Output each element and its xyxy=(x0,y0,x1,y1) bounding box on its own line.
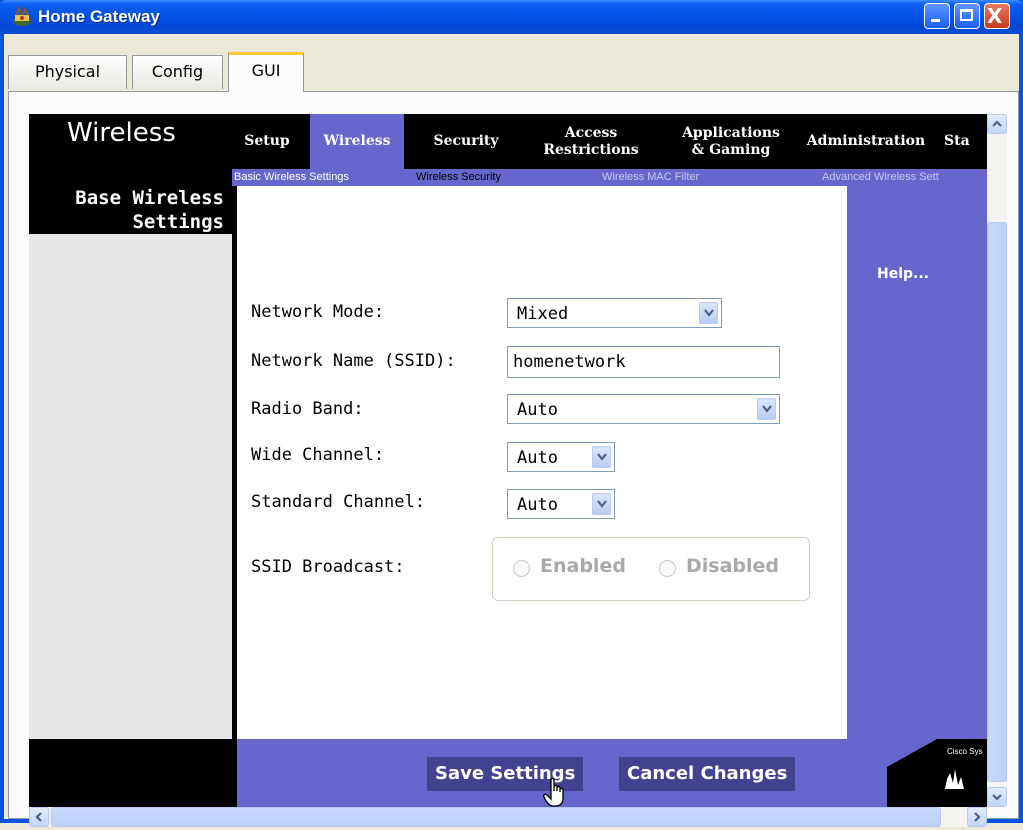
wide-channel-select[interactable]: Auto xyxy=(507,442,615,472)
router-header: Wireless Setup Wireless Security Access … xyxy=(29,114,987,186)
footer-right: Cisco Sys xyxy=(847,739,987,807)
nav-status[interactable]: Sta xyxy=(944,114,987,169)
radio-band-value: Auto xyxy=(517,400,558,420)
maximize-button[interactable] xyxy=(954,3,980,29)
nav-applications-gaming[interactable]: Applications & Gaming xyxy=(675,114,787,169)
horizontal-scroll-thumb[interactable] xyxy=(51,807,941,827)
maximize-icon xyxy=(960,9,973,21)
enabled-radio[interactable] xyxy=(513,560,530,577)
chevron-down-icon xyxy=(592,493,611,515)
wide-channel-value: Auto xyxy=(517,448,558,468)
ssid-broadcast-label: SSID Broadcast: xyxy=(251,557,405,577)
sidebar-title-line1: Base Wireless xyxy=(75,187,224,209)
radio-band-select[interactable]: Auto xyxy=(507,394,780,424)
nav-wireless[interactable]: Wireless xyxy=(310,114,404,169)
cisco-brand-text: Cisco Sys xyxy=(947,747,983,756)
nav-administration[interactable]: Administration xyxy=(793,114,939,169)
ssid-input[interactable]: homenetwork xyxy=(507,346,780,378)
scroll-down-button[interactable] xyxy=(987,787,1007,807)
subnav-bar: Basic Wireless Settings Wireless Securit… xyxy=(232,169,987,186)
disabled-radio-label: Disabled xyxy=(686,555,780,577)
sidebar-title-line2: Settings xyxy=(132,211,224,233)
subnav-basic-wireless-settings[interactable]: Basic Wireless Settings xyxy=(234,169,349,186)
cancel-changes-button[interactable]: Cancel Changes xyxy=(619,757,796,791)
vertical-scrollbar[interactable] xyxy=(987,114,1007,807)
subnav-wireless-security[interactable]: Wireless Security xyxy=(416,169,501,186)
tab-physical[interactable]: Physical xyxy=(8,55,127,89)
network-mode-label: Network Mode: xyxy=(251,302,385,322)
chevron-right-icon xyxy=(974,812,981,822)
radio-band-label: Radio Band: xyxy=(251,399,364,419)
chevron-down-icon xyxy=(699,302,718,324)
minimize-button[interactable] xyxy=(924,3,950,29)
subnav-advanced-wireless-settings[interactable]: Advanced Wireless Sett xyxy=(822,169,939,186)
chevron-down-icon xyxy=(757,398,776,420)
ssid-broadcast-group: Enabled Disabled xyxy=(492,537,810,601)
nav-security[interactable]: Security xyxy=(417,114,515,169)
router-web-page: Wireless Setup Wireless Security Access … xyxy=(29,114,987,807)
tab-gui[interactable]: GUI xyxy=(228,52,304,92)
close-icon: X xyxy=(987,4,1003,28)
scroll-left-button[interactable] xyxy=(29,807,49,827)
footer-left xyxy=(29,739,237,807)
standard-channel-value: Auto xyxy=(517,495,558,515)
window-title: Home Gateway xyxy=(38,7,160,26)
chevron-down-icon xyxy=(992,794,1002,801)
ssid-label: Network Name (SSID): xyxy=(251,351,456,371)
help-link[interactable]: Help... xyxy=(877,266,929,282)
scroll-up-button[interactable] xyxy=(987,114,1007,134)
section-title: Wireless xyxy=(67,118,176,148)
disabled-radio[interactable] xyxy=(659,560,676,577)
vertical-scroll-thumb[interactable] xyxy=(987,222,1007,782)
tab-config[interactable]: Config xyxy=(132,55,223,89)
router-icon xyxy=(13,5,31,26)
hand-pointer-icon xyxy=(543,778,564,807)
chevron-up-icon xyxy=(992,120,1002,127)
standard-channel-label: Standard Channel: xyxy=(251,492,425,512)
application-window: Home Gateway X Physical Config GUI Wirel… xyxy=(0,0,1023,827)
network-mode-select[interactable]: Mixed xyxy=(507,298,722,328)
close-button[interactable]: X xyxy=(984,3,1010,29)
sidebar-header: Base Wireless Settings xyxy=(29,186,232,234)
subnav-wireless-mac-filter[interactable]: Wireless MAC Filter xyxy=(602,169,699,186)
title-bar[interactable]: Home Gateway X xyxy=(0,0,1023,34)
network-mode-value: Mixed xyxy=(517,304,569,324)
nav-setup[interactable]: Setup xyxy=(232,114,302,169)
horizontal-scrollbar[interactable] xyxy=(29,807,987,827)
enabled-radio-label: Enabled xyxy=(540,555,626,577)
ssid-value: homenetwork xyxy=(513,352,626,372)
chevron-left-icon xyxy=(35,812,42,822)
chevron-down-icon xyxy=(592,446,611,468)
wide-channel-label: Wide Channel: xyxy=(251,445,385,465)
nav-access-restrictions[interactable]: Access Restrictions xyxy=(543,114,639,169)
minimize-icon xyxy=(931,19,940,22)
standard-channel-select[interactable]: Auto xyxy=(507,489,615,519)
scroll-right-button[interactable] xyxy=(967,807,987,827)
sidebar-title: Base Wireless Settings xyxy=(29,186,224,234)
window-client-area: Physical Config GUI Wireless Setup Wirel… xyxy=(4,34,1019,827)
sidebar-panel xyxy=(29,234,232,739)
